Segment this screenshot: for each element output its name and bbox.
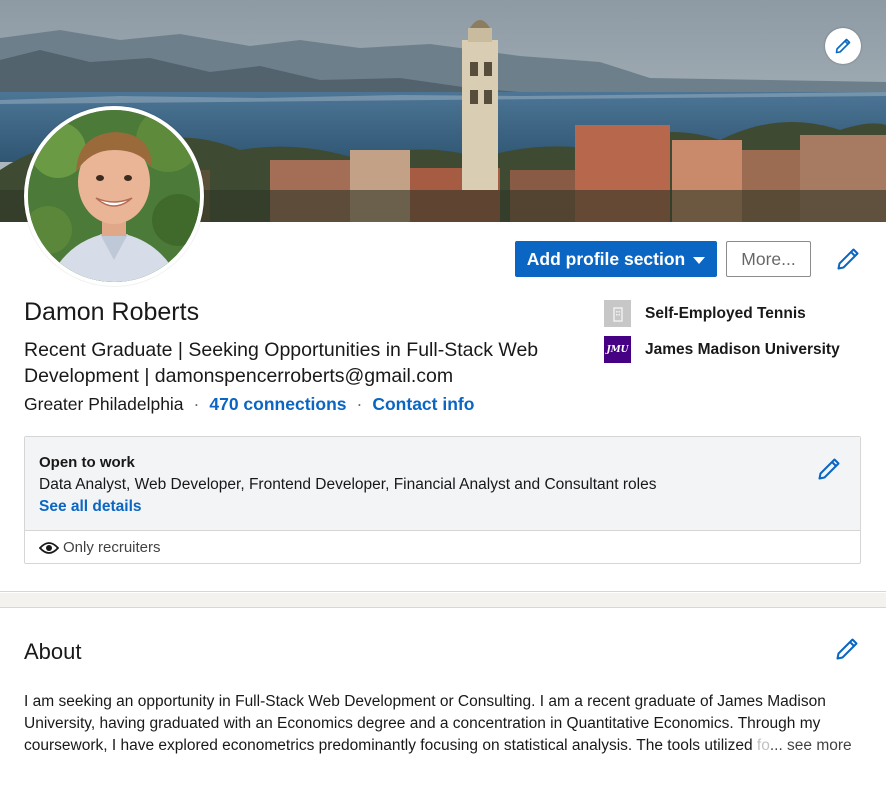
pencil-icon bbox=[836, 638, 858, 660]
about-text: I am seeking an opportunity in Full-Stac… bbox=[24, 691, 864, 757]
building-icon bbox=[604, 300, 631, 327]
education-name: James Madison University bbox=[645, 340, 840, 358]
visibility-label: Only recruiters bbox=[63, 539, 161, 556]
profile-meta-line: Greater Philadelphia · 470 connections ·… bbox=[24, 394, 474, 415]
add-profile-section-button[interactable]: Add profile section bbox=[515, 241, 717, 277]
add-profile-section-label: Add profile section bbox=[526, 248, 686, 269]
profile-headline: Recent Graduate | Seeking Opportunities … bbox=[24, 339, 539, 387]
position-name: Self-Employed Tennis bbox=[645, 304, 806, 322]
current-position-link[interactable]: Self-Employed Tennis bbox=[604, 300, 806, 327]
profile-top-card: Add profile section More... Damon Robert… bbox=[0, 0, 886, 592]
about-section: About I am seeking an opportunity in Ful… bbox=[0, 609, 886, 786]
pencil-icon bbox=[837, 248, 859, 270]
about-text-main: I am seeking an opportunity in Full-Stac… bbox=[24, 693, 826, 754]
profile-name: Damon Roberts bbox=[24, 298, 200, 326]
open-to-work-roles: Data Analyst, Web Developer, Frontend De… bbox=[39, 476, 657, 493]
edit-cover-button[interactable] bbox=[825, 28, 861, 64]
meta-separator: · bbox=[193, 394, 200, 414]
open-to-work-title: Open to work bbox=[39, 454, 135, 471]
caret-down-icon bbox=[693, 256, 706, 264]
see-all-details-link[interactable]: See all details bbox=[39, 498, 142, 516]
edit-about-button[interactable] bbox=[835, 637, 859, 666]
more-button[interactable]: More... bbox=[726, 241, 811, 277]
section-divider bbox=[0, 593, 886, 608]
about-title: About bbox=[24, 639, 82, 664]
open-to-work-card: Open to work Data Analyst, Web Developer… bbox=[24, 436, 861, 564]
open-to-work-header: Open to work Data Analyst, Web Developer… bbox=[25, 437, 860, 531]
edit-intro-button[interactable] bbox=[836, 247, 860, 276]
visibility-indicator: Only recruiters bbox=[39, 539, 161, 556]
profile-photo[interactable] bbox=[24, 106, 204, 286]
see-more-link[interactable]: ... see more bbox=[770, 737, 852, 754]
pencil-icon bbox=[835, 38, 851, 54]
education-link[interactable]: JMU James Madison University bbox=[604, 336, 840, 363]
about-text-faded: fo bbox=[756, 737, 770, 754]
jmu-logo: JMU bbox=[604, 336, 631, 363]
pencil-icon bbox=[818, 458, 840, 480]
edit-open-to-work-button[interactable] bbox=[817, 457, 841, 486]
connections-link[interactable]: 470 connections bbox=[209, 394, 346, 415]
contact-info-link[interactable]: Contact info bbox=[372, 394, 474, 415]
profile-location: Greater Philadelphia bbox=[24, 394, 184, 414]
eye-icon bbox=[39, 541, 59, 554]
meta-separator: · bbox=[356, 394, 363, 414]
